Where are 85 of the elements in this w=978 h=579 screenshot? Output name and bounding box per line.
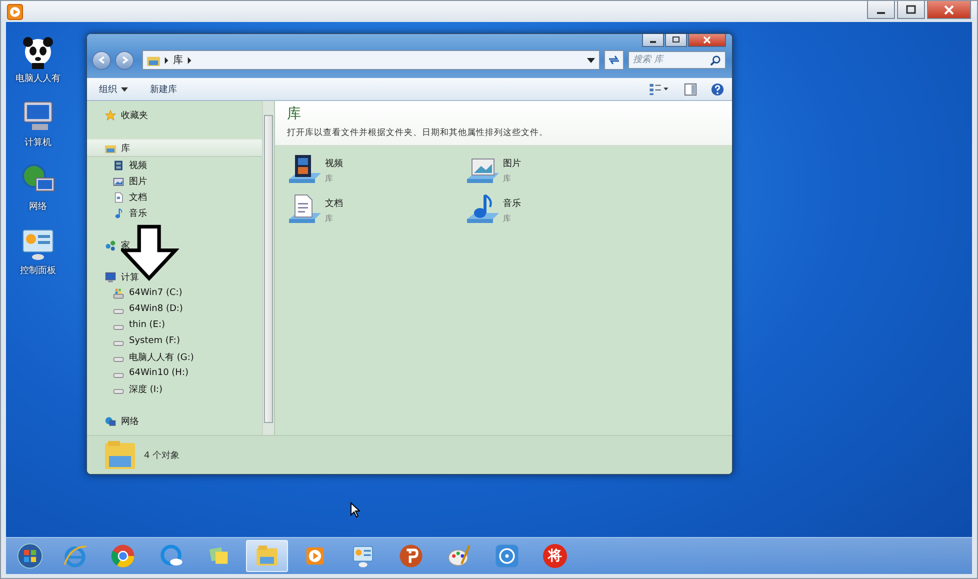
library-type: 库 — [325, 212, 334, 224]
mouse-cursor-icon — [350, 502, 360, 518]
nav-item[interactable]: thin (E:) — [87, 317, 262, 333]
desktop-icon-label: 计算机 — [24, 136, 52, 149]
taskbar-button[interactable] — [246, 540, 288, 572]
desktop-icon-label: 控制面板 — [20, 264, 56, 277]
nav-item[interactable]: 音乐 — [87, 205, 262, 221]
nav-item[interactable]: 家 — [87, 237, 262, 253]
browser-e-icon — [62, 543, 88, 569]
maximize-icon — [670, 36, 682, 44]
search-icon — [710, 55, 721, 66]
refresh-button[interactable] — [604, 50, 624, 70]
nav-item[interactable]: 视频 — [87, 157, 262, 173]
library-icon — [147, 54, 160, 66]
library-description: 打开库以查看文件并根据文件夹、日期和其他属性排列这些文件。 — [287, 127, 549, 139]
down-arrow-annotation — [121, 224, 179, 282]
forward-button[interactable] — [115, 50, 134, 70]
minimize-button[interactable] — [642, 34, 664, 47]
caret-icon — [121, 86, 128, 92]
chevron-icon — [164, 56, 169, 64]
nav-item[interactable]: 计算 — [87, 269, 262, 285]
nav-item[interactable]: 图片 — [87, 173, 262, 189]
nav-item[interactable]: 电脑人人有 (G:) — [87, 349, 262, 365]
toolbar-button[interactable]: 新建库 — [146, 80, 181, 98]
desktop-icon-label: 电脑人人有 — [16, 72, 60, 85]
back-button[interactable] — [92, 50, 111, 70]
computer-icon — [105, 272, 116, 282]
library-icon — [105, 142, 116, 154]
library-folder-icon — [104, 440, 136, 470]
chevron-icon — [187, 56, 192, 64]
desktop-icon-label: 网络 — [29, 200, 47, 213]
help-icon[interactable] — [711, 82, 724, 96]
maximize-button[interactable] — [665, 34, 687, 47]
address-bar[interactable]: 库 — [142, 50, 600, 70]
nav-item[interactable]: 64Win8 (D:) — [87, 301, 262, 317]
toolbar-button[interactable]: 组织 — [95, 80, 132, 98]
nav-item[interactable]: System (F:) — [87, 333, 262, 349]
chrome-icon — [110, 543, 136, 569]
library-type: 库 — [503, 212, 512, 224]
maximize-button[interactable] — [897, 1, 925, 19]
library-name[interactable]: 文档 — [325, 196, 343, 210]
nav-item[interactable]: 网络 — [87, 413, 262, 429]
taskbar-button[interactable]: 将 — [534, 540, 576, 572]
nav-item[interactable]: 库 — [87, 139, 262, 157]
library-type: 库 — [325, 172, 334, 184]
refresh-icon — [607, 54, 621, 66]
nav-item[interactable]: 文档 — [87, 189, 262, 205]
close-icon — [701, 36, 713, 44]
search-field[interactable]: 搜索 库 — [628, 51, 726, 69]
nav-item[interactable]: 64Win7 (C:) — [87, 285, 262, 301]
minimize-icon — [877, 12, 885, 14]
nav-item[interactable]: 深度 (I:) — [87, 381, 262, 397]
library-type: 库 — [503, 172, 512, 184]
film-icon — [113, 160, 124, 170]
document-icon — [113, 192, 124, 202]
dropdown-icon[interactable] — [587, 58, 595, 62]
play-icon — [7, 4, 23, 20]
picture-icon — [113, 176, 124, 186]
nav-item[interactable]: 64Win10 (H:) — [87, 365, 262, 381]
library-name[interactable]: 音乐 — [503, 196, 521, 210]
control-panel-icon — [350, 543, 376, 569]
library-name[interactable]: 视频 — [325, 156, 343, 170]
windows-drive-icon — [113, 288, 124, 298]
minimize-icon — [650, 41, 656, 43]
film-reel-icon — [494, 543, 520, 569]
close-button[interactable] — [927, 1, 971, 19]
library-name[interactable]: 图片 — [503, 156, 521, 170]
preview-pane-icon[interactable] — [684, 82, 697, 96]
scrollbar[interactable] — [262, 101, 274, 435]
panda-icon[interactable] — [20, 34, 56, 70]
chess-app-icon: 将 — [543, 544, 567, 568]
network-icon — [105, 416, 116, 426]
star-icon — [105, 110, 116, 120]
breadcrumb[interactable]: 库 — [173, 53, 183, 67]
p-logo-icon — [398, 543, 424, 569]
music-note-icon — [113, 208, 124, 218]
view-options-icon[interactable] — [648, 82, 670, 96]
homegroup-icon — [105, 240, 116, 250]
nav-item[interactable]: 收藏夹 — [87, 107, 262, 123]
palette-icon — [446, 543, 472, 569]
minimize-button[interactable] — [867, 1, 895, 19]
library-heading: 库 — [287, 105, 302, 123]
item-count: 4 个对象 — [144, 450, 180, 462]
windows-logo-icon — [17, 543, 43, 569]
close-button[interactable] — [688, 34, 726, 47]
